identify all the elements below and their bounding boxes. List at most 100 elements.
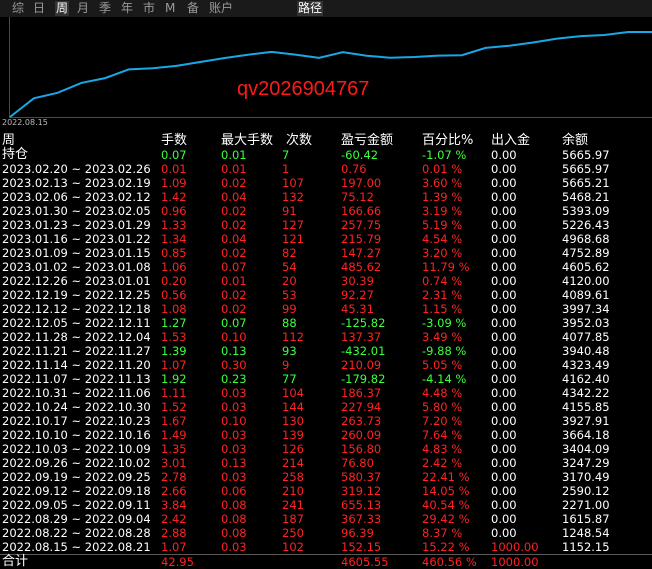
cell-period: 2022.09.05 ~ 2022.09.11 — [2, 498, 151, 512]
cell-pct: 3.60 % — [422, 176, 463, 190]
cell-lots: 1.33 — [161, 218, 187, 232]
cell-io: 0.00 — [491, 162, 517, 176]
cell-lots: 0.07 — [161, 148, 187, 162]
cell-balance: 4752.89 — [562, 246, 610, 260]
table-row: 2022.12.26 ~ 2023.01.01 0.20 0.01 20 30.39 0.… — [0, 274, 652, 288]
cell-io: 0.00 — [491, 526, 517, 540]
cell-max: 0.10 — [221, 330, 247, 344]
cell-balance: 3997.34 — [562, 302, 610, 316]
cell-io: 0.00 — [491, 344, 517, 358]
cell-period: 2023.01.30 ~ 2023.02.05 — [2, 204, 151, 218]
cell-max: 0.02 — [221, 246, 247, 260]
cell-pnl: -432.01 — [341, 344, 386, 358]
tab-10[interactable]: 路径 — [297, 1, 324, 16]
cell-balance: 5226.43 — [562, 218, 610, 232]
cell-pct: 5.19 % — [422, 218, 463, 232]
cell-balance: 1152.15 — [562, 540, 610, 554]
cell-period: 2022.09.12 ~ 2022.09.18 — [2, 484, 151, 498]
cell-balance: 2271.00 — [562, 498, 610, 512]
cell-balance: 4089.61 — [562, 288, 610, 302]
table-row: 2022.08.22 ~ 2022.08.28 2.88 0.08 250 96.39 8… — [0, 526, 652, 540]
cell-balance: 4323.49 — [562, 358, 610, 372]
cell-period: 2022.09.26 ~ 2022.10.02 — [2, 456, 151, 470]
cell-io: 0.00 — [491, 176, 517, 190]
cell-count: 54 — [282, 260, 297, 274]
cell-pct: 40.54 % — [422, 498, 470, 512]
tab-5[interactable]: 年 — [121, 1, 133, 16]
cell-period: 2022.10.10 ~ 2022.10.16 — [2, 428, 151, 442]
tab-7[interactable]: M — [165, 1, 175, 16]
tab-9[interactable]: 账户 — [209, 1, 233, 16]
cell-io: 0.00 — [491, 372, 517, 386]
cell-pct: 3.49 % — [422, 330, 463, 344]
cell-io: 0.00 — [491, 218, 517, 232]
cell-lots: 0.01 — [161, 162, 187, 176]
cell-io: 1000.00 — [491, 540, 539, 554]
cell-period: 2022.10.17 ~ 2022.10.23 — [2, 414, 151, 428]
cell-max: 0.07 — [221, 260, 247, 274]
cell-period: 2022.08.29 ~ 2022.09.04 — [2, 512, 151, 526]
cell-max: 0.30 — [221, 358, 247, 372]
table-row: 2022.10.17 ~ 2022.10.23 1.67 0.10 130 263.73… — [0, 414, 652, 428]
table-row: 2022.10.10 ~ 2022.10.16 1.49 0.03 139 260.09… — [0, 428, 652, 442]
cell-pct: -4.14 % — [422, 372, 467, 386]
tab-8[interactable]: 备 — [187, 1, 199, 16]
header-lots: 手数 — [161, 133, 188, 148]
cell-pct: 0.01 % — [422, 162, 463, 176]
cell-count: 91 — [282, 204, 297, 218]
table-row: 2022.09.05 ~ 2022.09.11 3.84 0.08 241 655.13… — [0, 498, 652, 512]
cell-balance: 4605.62 — [562, 260, 610, 274]
cell-pnl: 186.37 — [341, 386, 382, 400]
cell-period: 2022.08.15 ~ 2022.08.21 — [2, 540, 151, 554]
table-row: 2022.09.19 ~ 2022.09.25 2.78 0.03 258 580.37… — [0, 470, 652, 484]
tab-2[interactable]: 周 — [55, 1, 70, 16]
cell-period: 2023.02.20 ~ 2023.02.26 — [2, 162, 151, 176]
cell-period: 2022.11.14 ~ 2022.11.20 — [2, 358, 151, 372]
cell-lots: 1.67 — [161, 414, 187, 428]
cell-max: 0.03 — [221, 400, 247, 414]
table-row: 2023.01.23 ~ 2023.01.29 1.33 0.02 127 257.75… — [0, 218, 652, 232]
balance-chart — [0, 17, 652, 128]
table-row: 2023.01.30 ~ 2023.02.05 0.96 0.02 91 166.66 3… — [0, 204, 652, 218]
cell-pct: 1.39 % — [422, 190, 463, 204]
cell-period: 2023.02.06 ~ 2023.02.12 — [2, 190, 151, 204]
cell-lots: 2.78 — [161, 470, 187, 484]
cell-pnl: 137.37 — [341, 330, 382, 344]
tab-1[interactable]: 日 — [33, 1, 45, 16]
tab-6[interactable]: 市 — [143, 1, 155, 16]
cell-count: 107 — [282, 176, 304, 190]
header-balance: 余额 — [562, 133, 589, 148]
cell-io: 0.00 — [491, 302, 517, 316]
cell-period: 合计 — [2, 554, 29, 569]
cell-max: 0.03 — [221, 442, 247, 456]
cell-max: 0.01 — [221, 162, 247, 176]
cell-pct: 4.83 % — [422, 442, 463, 456]
cell-period: 2022.10.31 ~ 2022.11.06 — [2, 386, 151, 400]
cell-max: 0.02 — [221, 302, 247, 316]
cell-io: 0.00 — [491, 498, 517, 512]
table-row: 2022.11.07 ~ 2022.11.13 1.92 0.23 77 -179.82… — [0, 372, 652, 386]
cell-io: 0.00 — [491, 330, 517, 344]
tab-4[interactable]: 季 — [99, 1, 111, 16]
cell-count: 82 — [282, 246, 297, 260]
cell-lots: 1.07 — [161, 540, 187, 554]
cell-pct: 14.05 % — [422, 484, 470, 498]
cell-pnl: 257.75 — [341, 218, 382, 232]
tab-0[interactable]: 综 — [12, 1, 24, 16]
cell-pnl: 263.73 — [341, 414, 382, 428]
table-row: 2022.09.12 ~ 2022.09.18 2.66 0.06 210 319.12… — [0, 484, 652, 498]
cell-io: 0.00 — [491, 260, 517, 274]
cell-max: 0.13 — [221, 344, 247, 358]
cell-io: 0.00 — [491, 288, 517, 302]
tab-3[interactable]: 月 — [77, 1, 89, 16]
cell-pct: 8.37 % — [422, 526, 463, 540]
cell-lots: 0.96 — [161, 204, 187, 218]
table-row: 2022.11.14 ~ 2022.11.20 1.07 0.30 9 210.09 5.… — [0, 358, 652, 372]
cell-pnl: 147.27 — [341, 246, 382, 260]
header-percent: 百分比% — [422, 133, 474, 148]
cell-max: 0.03 — [221, 428, 247, 442]
cell-max: 0.03 — [221, 470, 247, 484]
cell-io: 0.00 — [491, 316, 517, 330]
cell-pct: 5.05 % — [422, 358, 463, 372]
balance-chart-svg — [9, 17, 652, 118]
